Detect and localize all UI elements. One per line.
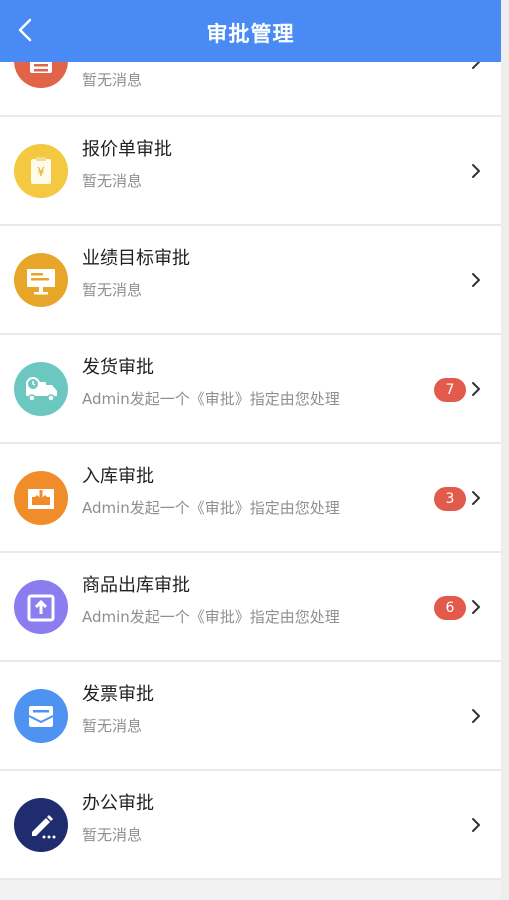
unread-count-badge: 7	[434, 378, 466, 402]
list-item-quote-approval[interactable]: ¥ 报价单审批 暂无消息	[0, 117, 501, 226]
scrollbar-track	[501, 0, 509, 900]
chevron-right-icon	[469, 381, 483, 397]
item-title: 发票审批	[82, 684, 154, 705]
quote-icon: ¥	[14, 144, 68, 198]
chevron-right-icon	[469, 490, 483, 506]
edit-pen-icon	[14, 798, 68, 852]
presentation-icon	[14, 253, 68, 307]
chevron-right-icon	[469, 599, 483, 615]
svg-text:¥: ¥	[37, 165, 45, 179]
top-app-bar: 审批管理	[0, 0, 501, 62]
item-subtitle: Admin发起一个《审批》指定由您处理	[82, 499, 340, 517]
inbox-download-icon	[14, 471, 68, 525]
item-subtitle: 暂无消息	[82, 71, 143, 89]
item-title: 报价单审批	[82, 139, 172, 160]
item-title: 发货审批	[82, 357, 154, 378]
chevron-right-icon	[469, 272, 483, 288]
chevron-right-icon	[469, 62, 483, 70]
item-subtitle: 暂无消息	[82, 172, 143, 190]
list-item-performance-target-approval[interactable]: 业绩目标审批 暂无消息	[0, 226, 501, 335]
list-item-goods-out-approval[interactable]: 商品出库审批 Admin发起一个《审批》指定由您处理 6	[0, 553, 501, 662]
unread-count-badge: 6	[434, 596, 466, 620]
item-title: 办公审批	[82, 793, 154, 814]
item-title: 业绩目标审批	[82, 248, 190, 269]
item-subtitle: Admin发起一个《审批》指定由您处理	[82, 390, 340, 408]
page-title: 审批管理	[206, 22, 295, 46]
document-icon	[14, 62, 68, 88]
chevron-right-icon	[469, 817, 483, 833]
item-title: 商品出库审批	[82, 575, 190, 596]
list-item[interactable]: 暂无消息	[0, 62, 501, 117]
chevron-right-icon	[469, 163, 483, 179]
approval-list: 暂无消息 ¥ 报价单审批 暂无消息 业绩目标审批 暂无消息 发货审批 Admin…	[0, 62, 501, 880]
item-subtitle: 暂无消息	[82, 826, 143, 844]
list-item-warehouse-in-approval[interactable]: 入库审批 Admin发起一个《审批》指定由您处理 3	[0, 444, 501, 553]
chevron-right-icon	[469, 708, 483, 724]
delivery-truck-icon	[14, 362, 68, 416]
box-upload-icon	[14, 580, 68, 634]
list-item-office-approval[interactable]: 办公审批 暂无消息	[0, 771, 501, 880]
unread-count-badge: 3	[434, 487, 466, 511]
item-title: 入库审批	[82, 466, 154, 487]
list-item-invoice-approval[interactable]: 发票审批 暂无消息	[0, 662, 501, 771]
list-item-delivery-approval[interactable]: 发货审批 Admin发起一个《审批》指定由您处理 7	[0, 335, 501, 444]
item-subtitle: 暂无消息	[82, 281, 143, 299]
item-subtitle: Admin发起一个《审批》指定由您处理	[82, 608, 340, 626]
item-subtitle: 暂无消息	[82, 717, 143, 735]
invoice-mail-icon	[14, 689, 68, 743]
